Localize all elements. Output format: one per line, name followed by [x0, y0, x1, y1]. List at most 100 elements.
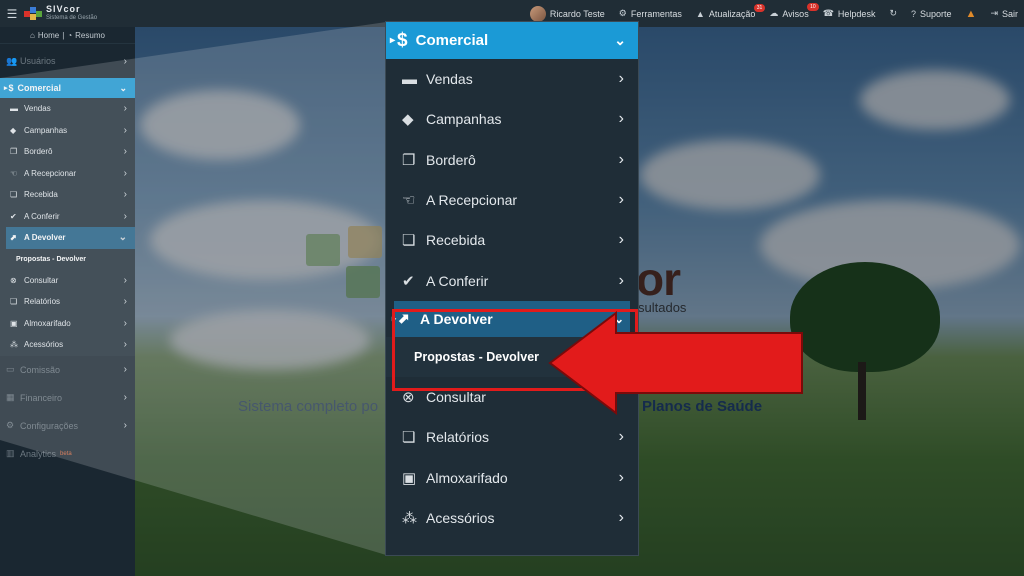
- sidebar-item-label: Configurações: [20, 420, 79, 431]
- zoom-item-acessorios[interactable]: ⁂ Acessórios ›: [386, 498, 638, 538]
- menu-toggle-icon[interactable]: ☰: [0, 7, 24, 21]
- chevron-down-icon: ⌄: [119, 82, 127, 93]
- home-resumo-row: ⌂ Home | ◔ Resumo: [0, 27, 135, 44]
- bookmark-icon: ❏: [10, 190, 18, 200]
- sidebar-item-comissao[interactable]: ▭ Comissão ›: [0, 356, 135, 384]
- sidebar-item-comercial[interactable]: ▸ $ Comercial ⌄: [0, 78, 135, 98]
- alert-button[interactable]: ▲: [966, 8, 977, 20]
- chevron-right-icon: ›: [123, 210, 127, 222]
- sidebar-item-label: Financeiro: [20, 392, 63, 403]
- zoom-item-vendas[interactable]: ▬ Vendas ›: [386, 59, 638, 99]
- chevron-right-icon: ›: [123, 103, 127, 115]
- suporte-button[interactable]: ? Suporte: [911, 9, 952, 19]
- sidebar-sub-a-devolver[interactable]: ⬈ A Devolver ⌄: [6, 227, 135, 249]
- app-subtitle: Sistema de Gestão: [46, 14, 98, 21]
- gauge-icon: ◔: [67, 30, 73, 40]
- avatar: [529, 5, 546, 22]
- zoom-item-relatorios[interactable]: ❏ Relatórios ›: [386, 417, 638, 457]
- chart-icon: ▥: [6, 448, 15, 458]
- atualizacao-badge: 31: [753, 3, 766, 12]
- sidebar-item-configuracoes[interactable]: ⚙ Configurações ›: [0, 412, 135, 440]
- zoom-item-label: Almoxarifado: [426, 469, 508, 486]
- question-icon: ?: [911, 8, 917, 19]
- logout-icon: ⇥: [990, 8, 998, 18]
- sidebar-sub-vendas[interactable]: ▬ Vendas ›: [0, 98, 135, 120]
- zoom-subitem-label: Propostas - Devolver: [414, 349, 540, 364]
- sidebar-sub-label: Acessórios: [24, 340, 64, 350]
- zoom-item-label: A Recepcionar: [426, 192, 518, 209]
- users-icon: 👥: [6, 55, 18, 66]
- zoom-item-label: Acessórios: [426, 509, 495, 526]
- sidebar-sub-label: Almoxarifado: [24, 318, 71, 328]
- refresh-icon: ↻: [889, 8, 897, 18]
- binoculars-icon: ⊗: [10, 275, 17, 285]
- user-name: Ricardo Teste: [549, 8, 605, 19]
- sidebar-sub-a-recepcionar[interactable]: ☜ A Recepcionar ›: [0, 163, 135, 185]
- sidebar-item-label: Comissão: [20, 364, 61, 375]
- beta-badge: beta: [60, 450, 72, 457]
- warning-icon: ▲: [695, 8, 705, 19]
- avisos-button[interactable]: ☁ Avisos 10: [769, 3, 819, 19]
- zoom-item-label: Recebida: [426, 232, 486, 249]
- app-logo-icon: [24, 6, 42, 21]
- zoom-item-bordero[interactable]: ❐ Borderô ›: [386, 140, 638, 180]
- sair-button[interactable]: ⇥ Sair: [990, 8, 1018, 19]
- sidebar-subsub-label: Propostas - Devolver: [16, 255, 87, 263]
- sidebar-sub-label: Recebida: [24, 190, 58, 200]
- atualizacao-button[interactable]: ▲ Atualização 31: [695, 3, 766, 19]
- chevron-right-icon: ›: [123, 189, 127, 201]
- zoom-item-almoxarifado[interactable]: ▣ Almoxarifado ›: [386, 457, 638, 497]
- dollar-icon: $: [8, 83, 14, 93]
- sidebar-item-analytics[interactable]: ▥ Analytics beta: [0, 440, 135, 468]
- chevron-right-icon: ›: [618, 508, 624, 526]
- caret-icon: ▸: [392, 314, 397, 324]
- suporte-label: Suporte: [920, 8, 952, 19]
- chevron-right-icon: ›: [123, 420, 127, 431]
- home-icon: ⌂: [30, 30, 35, 40]
- sidebar-sub-relatorios[interactable]: ❏ Relatórios ›: [0, 291, 135, 313]
- chevron-right-icon: ›: [123, 317, 127, 329]
- sidebar-sub-bordero[interactable]: ❐ Borderô ›: [0, 141, 135, 163]
- chevron-right-icon: ›: [123, 124, 127, 136]
- sidebar-item-financeiro[interactable]: ▦ Financeiro ›: [0, 384, 135, 412]
- chevron-right-icon: ›: [618, 271, 624, 289]
- zoom-item-a-recepcionar[interactable]: ☜ A Recepcionar ›: [386, 180, 638, 220]
- chevron-right-icon: ›: [618, 150, 624, 168]
- sidebar-subsub-propostas-devolver[interactable]: Propostas - Devolver: [0, 249, 135, 270]
- chevron-right-icon: ›: [123, 274, 127, 286]
- zoom-item-a-conferir[interactable]: ✔ A Conferir ›: [386, 260, 638, 300]
- user-menu[interactable]: Ricardo Teste: [529, 5, 605, 22]
- money-icon: ▭: [6, 364, 15, 374]
- chevron-right-icon: ›: [618, 231, 624, 249]
- top-actions: Ricardo Teste ⚙ Ferramentas ▲ Atualizaçã…: [529, 3, 1024, 22]
- sidebar-sub-almoxarifado[interactable]: ▣ Almoxarifado ›: [0, 313, 135, 335]
- sidebar-sub-recebida[interactable]: ❏ Recebida ›: [0, 184, 135, 206]
- zoom-item-recebida[interactable]: ❏ Recebida ›: [386, 220, 638, 260]
- app-title[interactable]: SIVcor Sistema de Gestão: [46, 4, 98, 23]
- sidebar-item-usuarios[interactable]: 👥 Usuários ›: [0, 44, 135, 78]
- refresh-button[interactable]: ↻: [889, 8, 897, 19]
- sidebar-sub-campanhas[interactable]: ◆ Campanhas ›: [0, 120, 135, 142]
- sidebar-sub-consultar[interactable]: ⊗ Consultar ›: [0, 270, 135, 292]
- bookmark-icon: ❏: [402, 232, 416, 250]
- copy-icon: ❐: [10, 147, 18, 157]
- atualizacao-label: Atualização: [708, 8, 756, 19]
- sidebar-sub-a-conferir[interactable]: ✔ A Conferir ›: [0, 206, 135, 228]
- chevron-right-icon: ›: [618, 428, 624, 446]
- chevron-right-icon: ›: [618, 468, 624, 486]
- alert-icon: ▲: [965, 7, 977, 20]
- zoom-section-label: Comercial: [415, 32, 489, 49]
- dollar-icon: $: [397, 29, 408, 51]
- zoom-item-campanhas[interactable]: ◆ Campanhas ›: [386, 99, 638, 139]
- zoom-section-comercial[interactable]: ▸ $ Comercial ⌄: [386, 22, 638, 59]
- resumo-link[interactable]: Resumo: [75, 31, 105, 40]
- sidebar-sub-acessorios[interactable]: ⁂ Acessórios ›: [0, 334, 135, 356]
- chevron-right-icon: ›: [618, 70, 624, 88]
- avisos-badge: 10: [807, 3, 819, 11]
- home-link[interactable]: Home: [38, 31, 59, 40]
- ferramentas-button[interactable]: ⚙ Ferramentas: [619, 8, 682, 19]
- share-square-icon: ⬈: [10, 233, 17, 243]
- zoom-item-label: Vendas: [426, 71, 473, 88]
- chevron-right-icon: ›: [123, 55, 127, 67]
- helpdesk-button[interactable]: ☎ Helpdesk: [823, 8, 876, 19]
